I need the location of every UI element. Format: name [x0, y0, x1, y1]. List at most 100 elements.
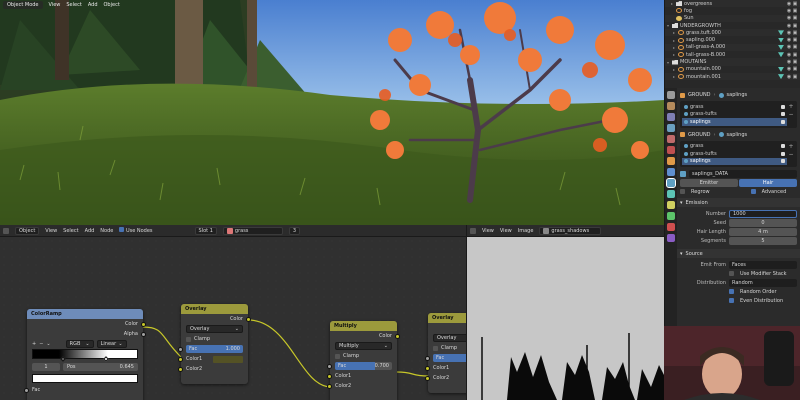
color1-swatch[interactable] — [213, 355, 243, 363]
fac-input-socket[interactable] — [24, 387, 29, 393]
ramp-stop-black[interactable] — [60, 356, 66, 362]
particle-systems-list[interactable]: grass grass-tufts saplings + − — [680, 101, 797, 128]
particles-tab-icon[interactable] — [666, 178, 676, 188]
color-mode-dropdown[interactable]: RGB ⌄ — [65, 340, 94, 348]
shader-editor[interactable]: Object View Select Add Node Use Nodes Sl… — [0, 225, 466, 400]
material-tab-icon[interactable] — [667, 223, 675, 231]
image-menu-view-2[interactable]: View — [500, 228, 512, 234]
color2-input-socket[interactable] — [178, 366, 183, 372]
source-panel-header[interactable]: ▾ Source — [677, 249, 800, 258]
viewport-icon[interactable] — [781, 112, 785, 117]
modifier-tab-icon[interactable] — [667, 168, 675, 176]
color-ramp-gradient[interactable] — [32, 349, 138, 362]
fac-slider[interactable]: Fac 0.700 — [335, 362, 392, 370]
outliner-row[interactable]: ▸ sapling.000 ◉ ▣ — [665, 36, 800, 43]
fac-input-socket[interactable] — [327, 363, 332, 369]
stop-position-field[interactable]: Pos 0.645 — [63, 363, 138, 371]
outliner-row[interactable]: ▸ overgreens ◉ ▣ — [665, 0, 800, 8]
list-item[interactable]: grass-tufts — [682, 150, 787, 158]
viewport-menu-view[interactable]: View — [49, 2, 61, 8]
editor-type-icon[interactable] — [3, 227, 9, 234]
color2-input-socket[interactable] — [327, 383, 332, 389]
node-menu-view[interactable]: View — [45, 228, 57, 234]
outliner-row[interactable]: ▸ tall-grass-A.000 ◉ ▣ — [665, 43, 800, 52]
ramp-stop-white[interactable] — [103, 356, 109, 362]
outliner-row[interactable]: ▸ tall-grass-B.000 ◉ ▣ — [665, 51, 800, 58]
remove-icon[interactable]: − — [788, 111, 793, 118]
viewport-icon[interactable] — [781, 119, 785, 124]
image-menu-image[interactable]: Image — [518, 228, 534, 234]
particle-systems-list-2[interactable]: grass grass-tufts saplings + − — [680, 140, 797, 167]
seed-field[interactable]: 0 — [729, 218, 797, 227]
image-menu-view[interactable]: View — [482, 228, 494, 234]
viewport-menu-add[interactable]: Add — [88, 2, 98, 8]
list-item[interactable]: grass-tufts — [682, 111, 787, 119]
camera-icon[interactable]: ▣ — [792, 37, 798, 43]
expand-icon[interactable]: ▸ — [671, 1, 676, 6]
3d-viewport[interactable]: Object Mode View Select Add Object — [0, 0, 664, 225]
scene-tab-icon[interactable] — [667, 135, 675, 143]
stop-color-swatch[interactable] — [32, 374, 138, 383]
remove-stop-icon[interactable]: − — [39, 341, 43, 347]
texture-tab-icon[interactable] — [667, 234, 675, 242]
overlay-node[interactable]: Overlay Color Overlay ⌄ Clamp Fac 1.000 Co… — [178, 304, 251, 384]
outliner-row[interactable]: ▸ mountain.001 ◉ ▣ — [665, 72, 800, 81]
clamp-checkbox[interactable] — [186, 336, 191, 342]
viewport-icon[interactable] — [781, 151, 785, 156]
object-type-dropdown[interactable]: Object — [15, 226, 40, 235]
list-item[interactable]: saplings — [682, 157, 787, 165]
view-layer-tab-icon[interactable] — [667, 124, 675, 132]
hair-length-field[interactable]: 4 m — [729, 227, 797, 236]
emission-panel-header[interactable]: ▾ Emission — [677, 198, 800, 207]
data-tab-icon[interactable] — [667, 212, 675, 220]
overlay-header[interactable]: Overlay — [181, 304, 248, 314]
fac-slider[interactable]: Fac 1.000 — [186, 345, 243, 353]
camera-icon[interactable]: ▣ — [792, 8, 798, 14]
outliner[interactable]: ▸ overgreens ◉ ▣ fog ◉ ▣ Sun ◉ ▣ ▾ UNDERGROWTH ◉ ▣… — [664, 0, 800, 88]
node-menu-select[interactable]: Select — [63, 228, 78, 234]
viewport-icon[interactable] — [781, 144, 785, 149]
list-item[interactable]: saplings — [682, 118, 787, 126]
list-item[interactable]: grass — [682, 103, 787, 111]
color2-input-socket[interactable] — [425, 375, 430, 381]
viewport-icon[interactable] — [781, 104, 785, 109]
outliner-row[interactable]: Sun ◉ ▣ — [665, 14, 800, 22]
color1-input-socket[interactable] — [327, 373, 332, 379]
color1-input-socket[interactable] — [425, 365, 430, 371]
advanced-checkbox[interactable] — [750, 189, 756, 194]
overlay-output-socket[interactable] — [246, 316, 251, 322]
viewport-menu-object[interactable]: Object — [104, 2, 120, 8]
blend-mode-dropdown[interactable]: Multiply ⌄ — [335, 342, 392, 350]
fac-input-socket[interactable] — [178, 346, 183, 352]
alpha-output-socket[interactable] — [141, 331, 146, 337]
output-tab-icon[interactable] — [667, 113, 675, 121]
material-selector[interactable]: grass — [222, 226, 283, 235]
outliner-row[interactable]: fog ◉ ▣ — [665, 7, 800, 14]
camera-icon[interactable]: ▣ — [792, 30, 798, 36]
emitter-option[interactable]: Emitter — [680, 178, 738, 187]
chevron-down-icon[interactable]: ⌄ — [46, 341, 50, 347]
overlay-node-2[interactable]: Overlay Overlay Clamp Fac Color1 Color2 — [425, 313, 466, 393]
camera-icon[interactable]: ▣ — [792, 44, 798, 50]
image-editor[interactable]: View View Image grass_shadows — [466, 225, 664, 400]
image-canvas[interactable] — [467, 237, 664, 400]
colorramp-node[interactable]: ColorRamp Color Alpha + − ⌄ RGB ⌄ Linear ⌄… — [24, 309, 146, 400]
viewport-menu-select[interactable]: Select — [66, 2, 81, 8]
random-order-checkbox[interactable] — [729, 289, 734, 294]
camera-icon[interactable]: ▣ — [792, 15, 798, 21]
camera-icon[interactable]: ▣ — [792, 66, 798, 72]
node-menu-add[interactable]: Add — [85, 228, 95, 234]
color-output-socket[interactable] — [141, 321, 146, 327]
slot-dropdown[interactable]: Slot 1 — [194, 226, 217, 235]
expand-icon[interactable]: ▾ — [667, 60, 672, 65]
distribution-dropdown[interactable]: Random — [729, 278, 797, 287]
use-nodes-toggle[interactable]: Use Nodes — [119, 227, 153, 234]
material-users-count[interactable]: 3 — [288, 226, 301, 235]
number-input[interactable]: 1000 — [729, 209, 797, 218]
editor-type-icon[interactable] — [470, 227, 476, 234]
expand-icon[interactable]: ▾ — [667, 23, 672, 28]
camera-icon[interactable]: ▣ — [792, 52, 798, 58]
tool-tab-icon[interactable] — [667, 91, 675, 99]
render-tab-icon[interactable] — [667, 102, 675, 110]
clamp-checkbox[interactable] — [335, 353, 340, 359]
